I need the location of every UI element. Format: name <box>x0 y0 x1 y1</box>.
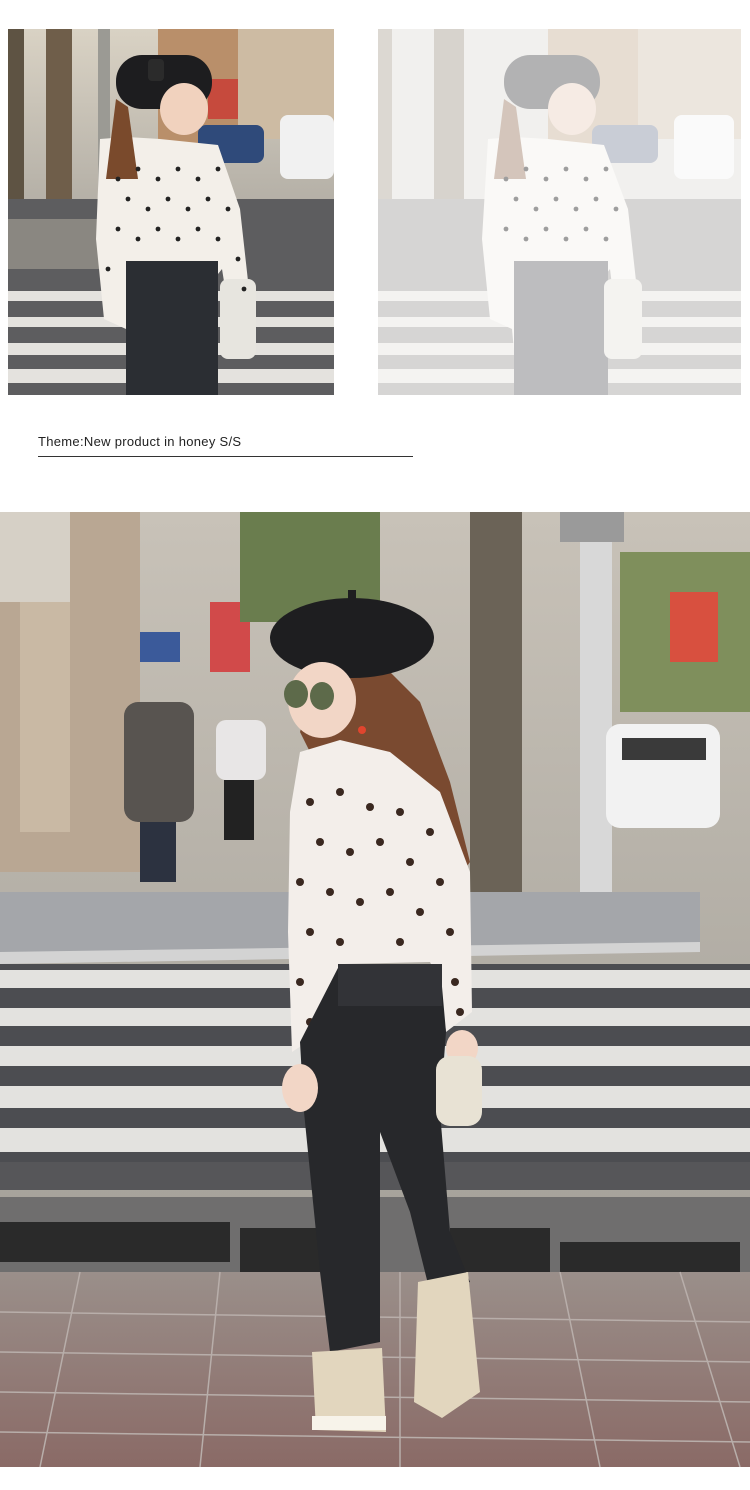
theme-caption: Theme:New product in honey S/S <box>38 434 413 457</box>
photo-main <box>0 512 750 1467</box>
theme-prefix: Theme: <box>38 434 84 449</box>
photo-top-left <box>8 29 334 395</box>
theme-text: New product in honey S/S <box>83 434 242 449</box>
photo-top-right-faded <box>378 29 741 395</box>
